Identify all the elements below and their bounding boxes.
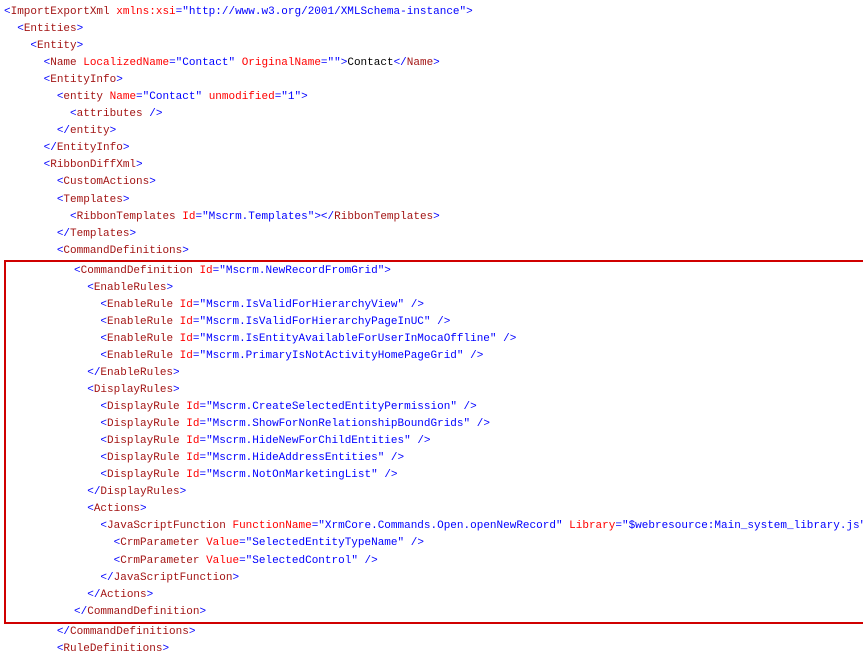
line: <Templates> [4, 192, 859, 209]
line: <EnableRule Id="Mscrm.IsEntityAvailableF… [8, 331, 863, 348]
line: <CommandDefinitions> [4, 243, 859, 260]
line: <DisplayRule Id="Mscrm.NotOnMarketingLis… [8, 467, 863, 484]
line: <CrmParameter Value="SelectedEntityTypeN… [8, 535, 863, 552]
line: <DisplayRule Id="Mscrm.HideAddressEntiti… [8, 450, 863, 467]
line: </CommandDefinitions> [4, 624, 859, 641]
line: </Templates> [4, 226, 859, 243]
xml-code-block: <ImportExportXml xmlns:xsi="http://www.w… [4, 4, 859, 658]
line: </DisplayRules> [8, 484, 863, 501]
line: <attributes /> [4, 106, 859, 123]
line: <Actions> [8, 501, 863, 518]
line: <EnableRule Id="Mscrm.IsValidForHierarch… [8, 297, 863, 314]
line: <RibbonTemplates Id="Mscrm.Templates"></… [4, 209, 859, 226]
line: <DisplayRule Id="Mscrm.ShowForNonRelatio… [8, 416, 863, 433]
line: <CustomActions> [4, 174, 859, 191]
line: <DisplayRule Id="Mscrm.CreateSelectedEnt… [8, 399, 863, 416]
line: <CommandDefinition Id="Mscrm.NewRecordFr… [8, 263, 863, 280]
line: </EnableRules> [8, 365, 863, 382]
line: </JavaScriptFunction> [8, 570, 863, 587]
line: <CrmParameter Value="SelectedControl" /> [8, 553, 863, 570]
line: <DisplayRule Id="Mscrm.HideNewForChildEn… [8, 433, 863, 450]
line: <EnableRules> [8, 280, 863, 297]
line: <entity Name="Contact" unmodified="1"> [4, 89, 859, 106]
line: <JavaScriptFunction FunctionName="XrmCor… [8, 518, 863, 535]
line: </CommandDefinition> [8, 604, 863, 621]
line: </entity> [4, 123, 859, 140]
line: <Entity> [4, 38, 859, 55]
line: </EntityInfo> [4, 140, 859, 157]
line: <Name LocalizedName="Contact" OriginalNa… [4, 55, 859, 72]
line: <RibbonDiffXml> [4, 157, 859, 174]
line: <EntityInfo> [4, 72, 859, 89]
line: <Entities> [4, 21, 859, 38]
highlighted-section: <CommandDefinition Id="Mscrm.NewRecordFr… [4, 260, 863, 624]
line: <RuleDefinitions> [4, 641, 859, 658]
line: <EnableRule Id="Mscrm.IsValidForHierarch… [8, 314, 863, 331]
line: <DisplayRules> [8, 382, 863, 399]
line: <ImportExportXml xmlns:xsi="http://www.w… [4, 4, 859, 21]
line: </Actions> [8, 587, 863, 604]
line: <EnableRule Id="Mscrm.PrimaryIsNotActivi… [8, 348, 863, 365]
